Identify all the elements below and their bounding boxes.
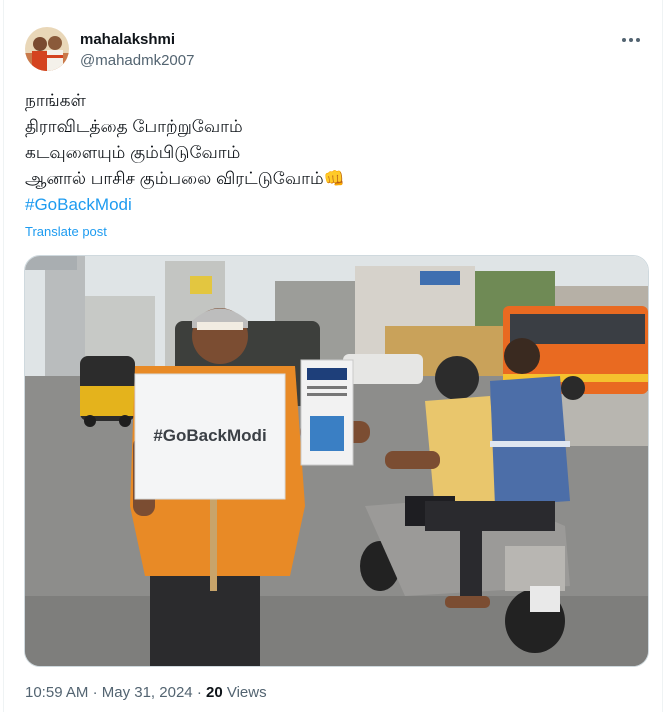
translate-post-link[interactable]: Translate post [25, 224, 107, 239]
avatar[interactable] [25, 27, 69, 71]
avatar-photo-icon [25, 27, 69, 71]
views-label: Views [226, 684, 267, 701]
protest-photo: #GoBackModi [25, 256, 648, 666]
tweet-line: கடவுளையும் கும்பிடுவோம் [25, 143, 241, 162]
tweet-line: திராவிடத்தை போற்றுவோம் [25, 117, 243, 136]
hashtag-link[interactable]: #GoBackModi [25, 192, 625, 218]
tweet-time[interactable]: 10:59 AM [25, 684, 88, 701]
tweet-photo[interactable]: #GoBackModi [24, 255, 649, 667]
fist-emoji: 👊 [323, 169, 345, 188]
more-options-icon[interactable] [620, 30, 642, 50]
author-handle[interactable]: @mahadmk2007 [80, 52, 194, 69]
tweet-meta: 10:59 AM · May 31, 2024 · 20 Views [25, 684, 267, 701]
meta-separator: · [92, 684, 98, 701]
sign-text: #GoBackModi [153, 426, 266, 445]
tweet-date[interactable]: May 31, 2024 [102, 684, 193, 701]
tweet-card: mahalakshmi @mahadmk2007 நாங்கள் திராவிட… [3, 0, 663, 712]
tweet-line: ஆனால் பாசிச கும்பலை விரட்டுவோம்👊 [25, 169, 345, 188]
tweet-line: நாங்கள் [25, 91, 86, 110]
meta-separator: · [196, 684, 202, 701]
views-count[interactable]: 20 [206, 684, 223, 701]
author-name[interactable]: mahalakshmi [80, 31, 175, 48]
tweet-text: நாங்கள் திராவிடத்தை போற்றுவோம் கடவுளையும… [25, 88, 625, 218]
